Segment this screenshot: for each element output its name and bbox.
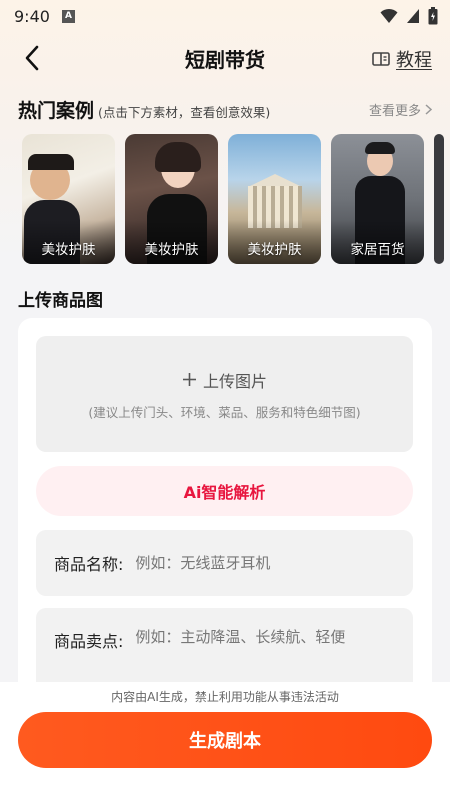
upload-image-button[interactable]: 上传图片 (建议上传门头、环境、菜品、服务和特色细节图) (36, 336, 413, 452)
page-title: 短剧带货 (185, 47, 265, 72)
case-thumbnail (434, 134, 444, 264)
case-label: 美妆护肤 (247, 242, 302, 258)
hot-cases-header: 热门案例 (点击下方素材，查看创意效果) 查看更多 (18, 96, 432, 124)
upload-image-label: 上传图片 (202, 371, 267, 391)
chevron-left-icon (25, 45, 39, 71)
chevron-right-icon (425, 104, 432, 115)
back-button[interactable] (16, 42, 48, 74)
product-name-input[interactable] (135, 554, 366, 572)
case-card[interactable]: 美妆护肤 (125, 134, 218, 264)
bottom-bar: 内容由AI生成，禁止利用功能从事违法活动 生成剧本 (0, 682, 450, 800)
tutorial-label: 教程 (396, 50, 432, 71)
plus-icon (182, 373, 196, 386)
ai-analyze-button[interactable]: Ai智能解析 (36, 466, 413, 516)
selling-points-label: 商品卖点: (54, 632, 124, 651)
selling-points-input[interactable] (135, 628, 366, 646)
upload-form-card: 上传图片 (建议上传门头、环境、菜品、服务和特色细节图) Ai智能解析 商品名称… (18, 318, 432, 738)
ai-disclaimer: 内容由AI生成，禁止利用功能从事违法活动 (111, 690, 339, 704)
case-label: 美妆护肤 (41, 242, 96, 258)
wifi-icon (380, 8, 398, 23)
case-card[interactable]: 美妆护肤 (22, 134, 115, 264)
status-icons (380, 7, 438, 25)
battery-icon (428, 7, 438, 25)
case-label: 美妆护肤 (144, 242, 199, 258)
upload-hint: (建议上传门头、环境、菜品、服务和特色细节图) (88, 404, 361, 420)
case-card[interactable]: 家居百货 (331, 134, 424, 264)
notification-icon: A (61, 9, 75, 23)
see-more-link[interactable]: 查看更多 (369, 100, 432, 119)
hot-cases-title: 热门案例 (18, 100, 95, 122)
see-more-label: 查看更多 (368, 104, 421, 119)
upload-section-title: 上传商品图 (18, 291, 103, 311)
tutorial-link[interactable]: 教程 (372, 46, 432, 72)
case-label: 家居百货 (350, 242, 405, 258)
signal-icon (407, 9, 419, 23)
status-time: 9:40 (14, 6, 50, 26)
generate-script-button[interactable]: 生成剧本 (18, 712, 432, 768)
case-card[interactable]: 美妆护肤 (228, 134, 321, 264)
product-name-label: 商品名称: (54, 555, 124, 574)
case-figure-hair (365, 142, 395, 154)
case-figure-hair (155, 142, 201, 172)
book-icon (372, 52, 390, 66)
hot-cases-carousel[interactable]: 美妆护肤 美妆护肤 美妆护肤 家居百货 (22, 134, 450, 264)
case-figure-hair (28, 154, 74, 170)
status-bar: 9:40 A (0, 0, 450, 32)
app-header: 短剧带货 教程 (0, 36, 450, 80)
case-card[interactable] (434, 134, 444, 264)
product-name-field: 商品名称: (36, 530, 413, 596)
hot-cases-hint: (点击下方素材，查看创意效果) (98, 105, 271, 120)
